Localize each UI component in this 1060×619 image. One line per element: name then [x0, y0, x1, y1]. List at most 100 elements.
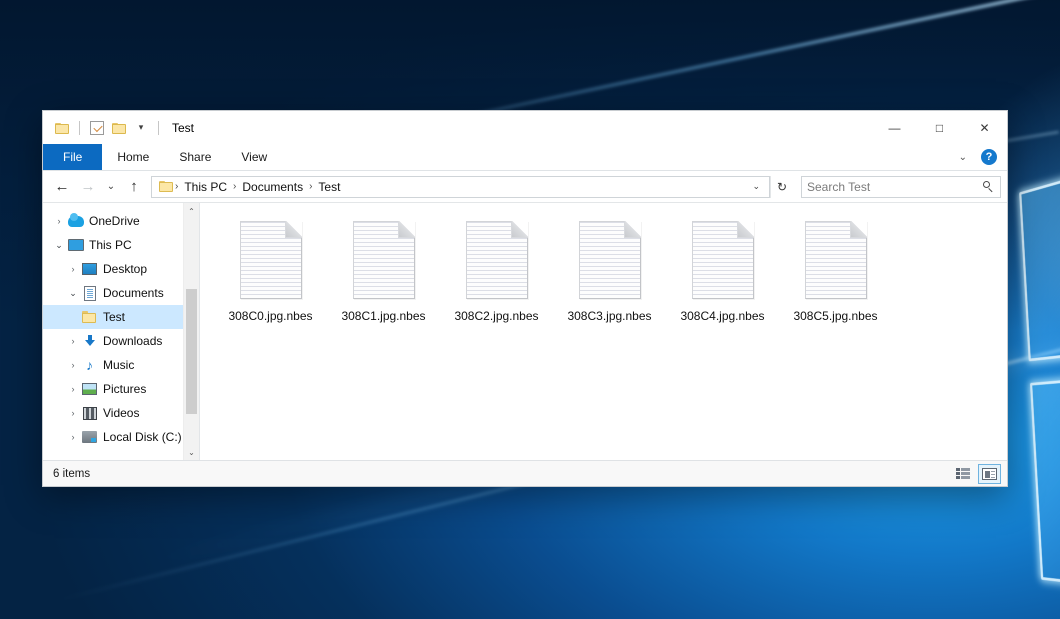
item-count-label: 6 items — [53, 468, 90, 480]
sidebar-item-pictures[interactable]: › Pictures — [43, 377, 199, 401]
sidebar-item-onedrive[interactable]: › OneDrive — [43, 209, 199, 233]
file-item[interactable]: 308C0.jpg.nbes — [214, 219, 327, 323]
logo-pane — [1019, 171, 1060, 361]
file-name-label: 308C5.jpg.nbes — [793, 309, 877, 323]
desktop-icon — [81, 261, 98, 277]
customize-qat-caret-icon[interactable]: ▾ — [131, 118, 151, 138]
title-bar: ▾ Test — □ ✕ — [43, 111, 1007, 144]
tab-view[interactable]: View — [226, 144, 282, 170]
scroll-up-icon[interactable]: ⌃ — [184, 203, 199, 219]
file-item[interactable]: 308C2.jpg.nbes — [440, 219, 553, 323]
help-icon[interactable]: ? — [981, 149, 997, 165]
file-item[interactable]: 308C4.jpg.nbes — [666, 219, 779, 323]
cloud-icon — [67, 213, 84, 229]
monitor-icon — [67, 237, 84, 253]
sidebar-item-label: Music — [103, 358, 134, 372]
chevron-right-icon[interactable]: › — [65, 408, 81, 418]
sidebar-item-local-disk-c[interactable]: › Local Disk (C:) — [43, 425, 199, 449]
breadcrumb-item-this-pc[interactable]: This PC — [179, 180, 232, 194]
large-icons-view-button[interactable] — [978, 464, 1001, 484]
chevron-right-icon[interactable]: › — [65, 432, 81, 442]
sidebar-item-documents[interactable]: ⌄ Documents — [43, 281, 199, 305]
search-icon — [983, 181, 995, 193]
ribbon-controls: ⌄ ? — [953, 144, 1003, 170]
back-button[interactable]: ← — [49, 175, 75, 199]
chevron-down-icon[interactable]: ⌄ — [65, 288, 81, 299]
file-name-label: 308C0.jpg.nbes — [228, 309, 312, 323]
view-toggle-group — [952, 464, 1001, 484]
sidebar-item-label: Documents — [103, 286, 164, 300]
downloads-icon — [81, 333, 98, 349]
close-button[interactable]: ✕ — [962, 111, 1007, 144]
details-view-icon — [956, 468, 971, 479]
window-controls: — □ ✕ — [872, 111, 1007, 144]
documents-icon — [81, 285, 98, 301]
sidebar-item-videos[interactable]: › Videos — [43, 401, 199, 425]
sidebar-item-label: Downloads — [103, 334, 162, 348]
toolbar-divider — [158, 121, 159, 135]
file-explorer-window: ▾ Test — □ ✕ File Home Share View ⌄ ? ← — [42, 110, 1008, 487]
window-body: › OneDrive ⌄ This PC › Desktop ⌄ — [43, 203, 1007, 460]
sidebar-item-this-pc[interactable]: ⌄ This PC — [43, 233, 199, 257]
file-name-label: 308C1.jpg.nbes — [341, 309, 425, 323]
sidebar-item-downloads[interactable]: › Downloads — [43, 329, 199, 353]
chevron-down-icon: ▾ — [139, 123, 144, 132]
disk-icon — [81, 429, 98, 445]
chevron-right-icon[interactable]: › — [65, 384, 81, 394]
tab-file[interactable]: File — [43, 144, 102, 170]
sidebar-item-desktop[interactable]: › Desktop — [43, 257, 199, 281]
folder-icon — [81, 309, 98, 325]
expand-ribbon-chevron-down-icon[interactable]: ⌄ — [953, 152, 973, 163]
sidebar-item-label: Test — [103, 310, 125, 324]
chevron-right-icon[interactable]: › — [65, 336, 81, 346]
breadcrumb[interactable]: › This PC › Documents › Test ⌄ — [151, 176, 770, 198]
file-name-label: 308C3.jpg.nbes — [567, 309, 651, 323]
folder-icon — [159, 181, 174, 193]
new-folder-icon[interactable] — [109, 118, 129, 138]
toolbar-divider — [79, 121, 80, 135]
videos-icon — [81, 405, 98, 421]
refresh-button[interactable]: ↻ — [770, 176, 793, 198]
generic-document-icon — [579, 221, 641, 299]
sidebar-item-test[interactable]: Test — [43, 305, 199, 329]
tab-home[interactable]: Home — [102, 144, 164, 170]
breadcrumb-item-documents[interactable]: Documents — [237, 180, 308, 194]
sidebar-item-label: This PC — [89, 238, 132, 252]
breadcrumb-item-test[interactable]: Test — [313, 180, 345, 194]
search-input[interactable]: Search Test — [801, 176, 1001, 198]
scroll-down-icon[interactable]: ⌄ — [184, 444, 199, 460]
tab-share[interactable]: Share — [164, 144, 226, 170]
generic-document-icon — [353, 221, 415, 299]
quick-access-toolbar: ▾ Test — [43, 118, 194, 138]
sidebar-item-label: OneDrive — [89, 214, 140, 228]
navigation-pane-scrollbar[interactable]: ⌃ ⌄ — [183, 203, 199, 460]
up-button[interactable]: ↑ — [121, 175, 147, 199]
recent-locations-chevron-down-icon[interactable]: ⌄ — [101, 175, 121, 199]
file-list-view[interactable]: 308C0.jpg.nbes 308C1.jpg.nbes 308C2.jpg.… — [200, 203, 1007, 460]
properties-icon[interactable] — [87, 118, 107, 138]
file-name-label: 308C4.jpg.nbes — [680, 309, 764, 323]
maximize-button[interactable]: □ — [917, 111, 962, 144]
generic-document-icon — [805, 221, 867, 299]
file-item[interactable]: 308C1.jpg.nbes — [327, 219, 440, 323]
address-dropdown-chevron-down-icon[interactable]: ⌄ — [745, 181, 767, 192]
sidebar-item-music[interactable]: › ♪ Music — [43, 353, 199, 377]
status-bar: 6 items — [43, 460, 1007, 486]
file-item[interactable]: 308C3.jpg.nbes — [553, 219, 666, 323]
sidebar-item-label: Local Disk (C:) — [103, 430, 182, 444]
large-icons-view-icon — [982, 468, 997, 480]
generic-document-icon — [240, 221, 302, 299]
scrollbar-thumb[interactable] — [186, 289, 197, 414]
forward-button[interactable]: → — [75, 175, 101, 199]
details-view-button[interactable] — [952, 464, 975, 484]
file-item[interactable]: 308C5.jpg.nbes — [779, 219, 892, 323]
chevron-right-icon[interactable]: › — [65, 264, 81, 274]
folder-icon[interactable] — [52, 118, 72, 138]
chevron-down-icon[interactable]: ⌄ — [51, 240, 67, 251]
file-name-label: 308C2.jpg.nbes — [454, 309, 538, 323]
sidebar-item-label: Desktop — [103, 262, 147, 276]
navigation-pane: › OneDrive ⌄ This PC › Desktop ⌄ — [43, 203, 200, 460]
minimize-button[interactable]: — — [872, 111, 917, 144]
chevron-right-icon[interactable]: › — [65, 360, 81, 370]
chevron-right-icon[interactable]: › — [51, 216, 67, 226]
